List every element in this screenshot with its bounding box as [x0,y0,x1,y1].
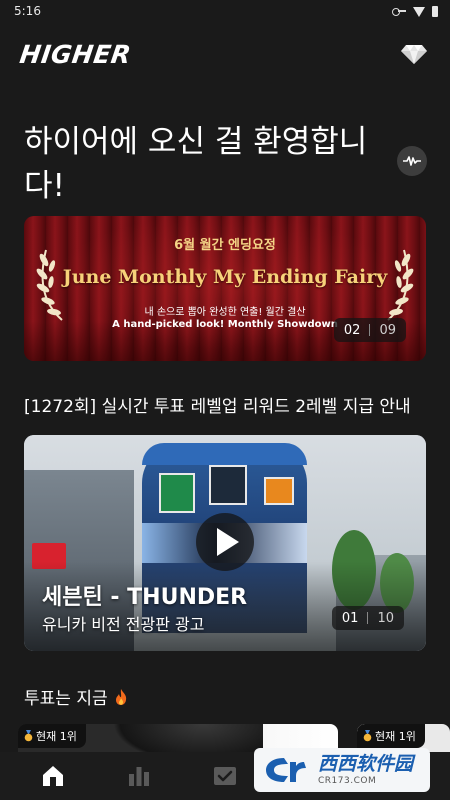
nav-item-home[interactable] [28,756,78,796]
monthly-banner[interactable]: 6월 월간 엔딩요정 June Monthly My Ending Fairy … [24,216,426,361]
pager-divider [367,612,369,624]
rank-badge: 현재 1위 [357,724,425,748]
chart-icon [129,767,149,786]
app-logo: HIGHER [17,39,134,69]
banner-title: June Monthly My Ending Fairy [62,266,388,288]
activity-button[interactable] [397,146,427,176]
watermark-logo-icon [266,758,306,782]
watermark: 西西软件园 CR173.COM [254,748,430,792]
fire-icon [115,688,126,705]
medal-icon [24,730,33,742]
vpn-key-icon [392,7,406,16]
medal-icon [363,730,372,742]
status-icons [392,5,438,17]
welcome-title: 하이어에 오신 걸 환영합니다! [24,124,368,204]
nav-item-vote[interactable] [200,756,250,796]
banner-caption-korean: 내 손으로 뽑아 완성한 연출! 월간 결산 [144,307,306,318]
status-bar: 5:16 [0,0,450,22]
video-pager: 01 10 [331,606,404,630]
video-pager-total: 10 [377,610,394,626]
watermark-url: CR173.COM [318,775,377,786]
banner-subtitle: 6월 월간 엔딩요정 [174,238,276,253]
wifi-icon [413,7,425,17]
banner-pager-total: 09 [379,322,396,338]
video-subtitle: 유니카 비전 전광판 광고 [42,615,205,634]
pulse-icon [403,156,421,166]
play-button[interactable] [196,513,254,571]
app-header: HIGHER [0,34,450,74]
rank-badge-label: 현재 1위 [36,730,77,743]
play-icon [217,528,239,556]
banner-pager: 02 09 [333,318,406,342]
watermark-text: 西西软件园 [318,752,414,775]
episode-title[interactable]: [1272회] 실시간 투표 레벨업 리워드 2레벨 지급 안내 [24,392,430,417]
rank-badge: 현재 1위 [18,724,86,748]
rank-badge-label: 현재 1위 [375,730,416,743]
video-title: 세븐틴 - THUNDER [42,585,248,610]
banner-pager-current: 02 [343,322,361,338]
vote-section-heading: 투표는 지금 [24,684,128,709]
nav-item-chart[interactable] [114,756,164,796]
status-time: 5:16 [14,4,41,18]
vote-check-icon [214,767,236,785]
battery-icon [432,5,438,17]
video-card[interactable]: 세븐틴 - THUNDER 유니카 비전 전광판 광고 01 10 [24,435,426,651]
pager-divider [369,324,371,336]
video-pager-current: 01 [341,610,359,626]
diamond-icon[interactable] [400,43,428,65]
home-icon [43,766,63,786]
vote-heading-text: 투표는 지금 [24,689,108,709]
